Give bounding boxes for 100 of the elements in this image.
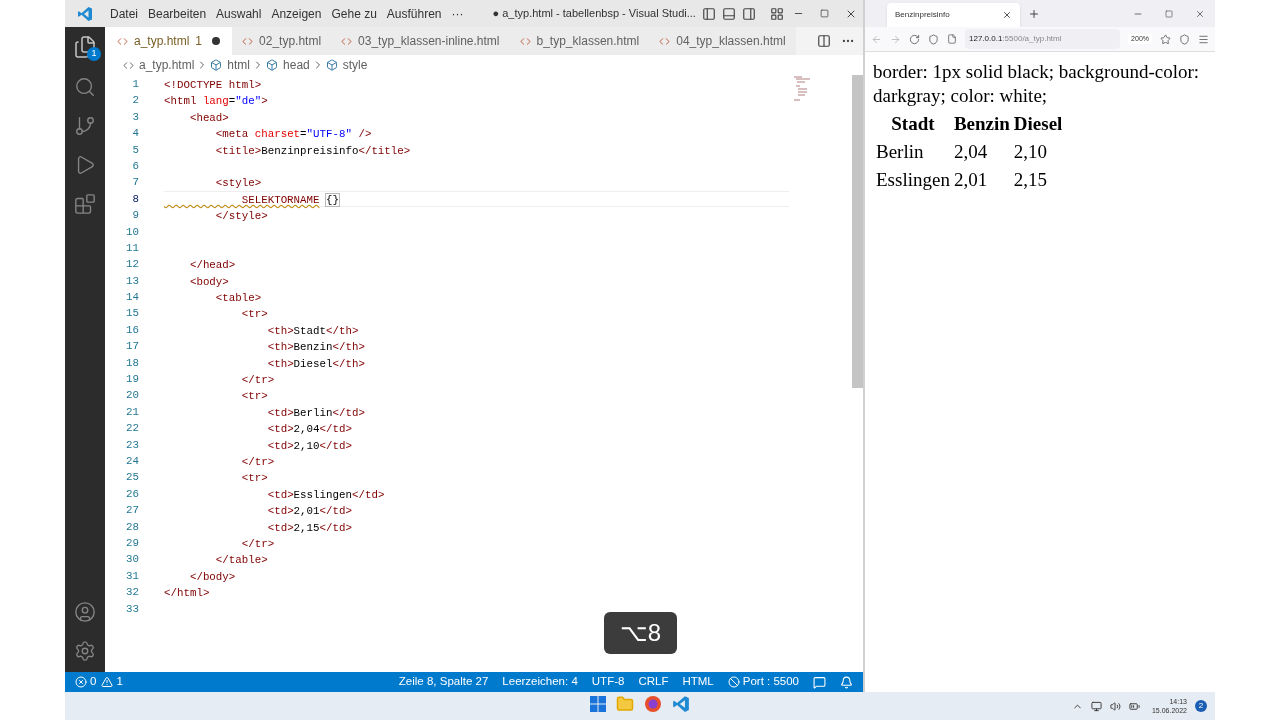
code-line: <meta charset="UTF-8" />	[214, 127, 372, 141]
line-number: 30	[125, 552, 139, 568]
menu-item[interactable]: Auswahl	[211, 4, 267, 23]
code-line: <style>	[214, 176, 262, 190]
line-number: 20	[125, 388, 139, 404]
menu-item[interactable]: Gehe zu	[326, 4, 382, 23]
code-line: <td>Berlin</td>	[266, 405, 365, 420]
code-line: <table>	[214, 291, 262, 305]
code-line: <!DOCTYPE html>	[164, 78, 262, 92]
line-number: 23	[125, 437, 139, 453]
line-number: 33	[125, 601, 139, 617]
code-line: <th>Stadt</th>	[266, 323, 359, 338]
line-number: 31	[125, 568, 139, 584]
code-line: </tr>	[240, 373, 275, 387]
table-cell-text: 2,15	[1012, 168, 1049, 192]
status-item[interactable]: CRLF	[638, 673, 669, 691]
status-item[interactable]: UTF-8	[591, 673, 625, 691]
browser-tab[interactable]: Benzinpreisinfo	[887, 3, 1020, 27]
breadcrumb-item[interactable]: head	[283, 56, 310, 74]
port-status[interactable]: Port : 5500	[742, 673, 799, 691]
paragraph: border: 1px solid black; background-color: darkgray; color: white;	[873, 60, 1201, 108]
code-line: <body>	[188, 274, 229, 289]
line-number: 15	[125, 306, 139, 322]
code-line: </table>	[214, 553, 268, 567]
line-number: 12	[125, 257, 139, 273]
warning-count[interactable]: 1	[116, 673, 123, 691]
menu-item[interactable]: Ausführen	[381, 4, 447, 23]
line-number: 4	[131, 126, 139, 142]
code-line: </style>	[214, 209, 268, 223]
line-number: 22	[125, 421, 139, 437]
line-number: 21	[125, 404, 139, 420]
breadcrumb-item[interactable]: a_typ.html	[139, 56, 195, 74]
editor-tab[interactable]: a_typ.html 1	[105, 27, 233, 55]
breadcrumb-item[interactable]: style	[342, 56, 368, 74]
table-header: Diesel	[1012, 112, 1064, 136]
error-count[interactable]: 0	[90, 673, 97, 691]
code-line: </html>	[164, 586, 210, 600]
line-number: 16	[125, 322, 139, 338]
line-number: 5	[131, 142, 139, 158]
line-number: 1	[131, 77, 139, 92]
code-line: <td>2,01</td>	[266, 504, 352, 518]
code-line: <td>2,15</td>	[266, 520, 352, 534]
table-cell-text: 2,04	[952, 140, 989, 164]
code-line: <tr>	[240, 389, 268, 403]
line-number: 26	[125, 486, 139, 502]
line-number: 32	[125, 585, 139, 601]
code-line: <title>Benzinpreisinfo</title>	[214, 143, 411, 157]
notification-badge[interactable]: 2	[1195, 700, 1207, 712]
line-number: 3	[131, 109, 139, 125]
code-line: <tr>	[240, 307, 268, 321]
editor-tab[interactable]: b_typ_klassen.html	[509, 27, 650, 55]
line-number: 28	[125, 519, 139, 535]
line-number: 18	[125, 355, 139, 371]
code-line: </body>	[188, 569, 236, 584]
code-line: SELEKTORNAME {}	[240, 192, 339, 207]
menu-item[interactable]: ···	[446, 4, 469, 23]
line-number: 2	[131, 93, 139, 109]
line-number: 25	[125, 470, 139, 486]
window-title: ● a_typ.html - tabellenbsp - Visual Studi...	[492, 6, 696, 22]
menu-item[interactable]: Datei	[105, 4, 143, 23]
line-number: 7	[131, 175, 139, 191]
line-number: 11	[125, 240, 139, 256]
line-number: 17	[125, 339, 139, 355]
code-line: </tr>	[240, 455, 275, 469]
table-cell-text: Berlin	[875, 140, 925, 164]
status-item[interactable]: Zeile 8, Spalte 27	[398, 673, 489, 691]
table-cell-text: 2,01	[952, 168, 989, 192]
code-line: <html lang="de">	[164, 94, 268, 108]
code-line: </head>	[188, 258, 236, 272]
line-number: 6	[131, 158, 139, 174]
line-number: 8	[131, 191, 139, 207]
editor-tab[interactable]: 03_typ_klassen-inline.html	[331, 27, 510, 55]
code-line: <th>Benzin</th>	[266, 340, 365, 354]
code-line: <td>2,04</td>	[266, 422, 352, 436]
table-header: Benzin	[952, 112, 1011, 136]
line-number: 13	[125, 273, 139, 289]
line-number: 19	[125, 372, 139, 388]
notification-badge: 1	[87, 47, 101, 61]
line-number: 14	[125, 290, 139, 306]
code-line: <head>	[188, 110, 229, 125]
status-item[interactable]: HTML	[682, 673, 714, 691]
code-line: <td>2,10</td>	[266, 438, 352, 452]
table-cell-text: Esslingen	[875, 168, 951, 192]
code-line: <tr>	[240, 471, 268, 485]
line-number: 29	[125, 535, 139, 551]
code-line: <th>Diesel</th>	[266, 356, 365, 371]
editor-tab[interactable]: 04_typ_klassen.html	[649, 27, 796, 55]
line-number: 10	[125, 224, 139, 240]
key-overlay: ⌥8	[604, 612, 677, 654]
line-number: 9	[131, 208, 139, 224]
status-item[interactable]: Leerzeichen: 4	[502, 673, 578, 691]
line-number: 24	[125, 454, 139, 469]
breadcrumb-item[interactable]: html	[227, 56, 251, 74]
code-line: <td>Esslingen</td>	[266, 487, 385, 502]
code-line: </tr>	[240, 536, 275, 551]
editor-tab[interactable]: 02_typ.html	[232, 27, 332, 55]
menu-item[interactable]: Anzeigen	[266, 4, 327, 23]
table-header: Stadt	[890, 112, 936, 136]
address-bar[interactable]: 127.0.0.1:5500/a_typ.html	[965, 29, 1121, 49]
menu-item[interactable]: Bearbeiten	[143, 4, 212, 23]
